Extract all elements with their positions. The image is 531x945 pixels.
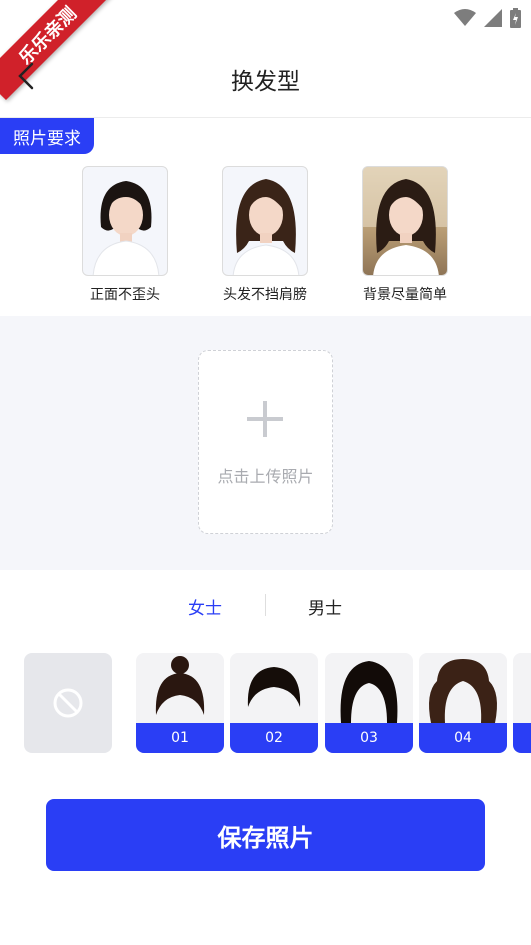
- upload-area: 点击上传照片: [0, 316, 531, 570]
- hairstyle-number: 01: [136, 723, 224, 753]
- prohibited-icon: [53, 688, 83, 718]
- battery-icon: [510, 8, 521, 28]
- sample-label: 正面不歪头: [90, 287, 160, 303]
- hairstyle-number-partial: [513, 723, 531, 753]
- hairstyle-short-image: [247, 667, 301, 707]
- hairstyle-bob-image: [340, 661, 398, 723]
- signal-icon: [484, 9, 502, 27]
- tab-female[interactable]: 女士: [188, 594, 222, 619]
- hairstyle-number: 03: [325, 723, 413, 753]
- upload-label: 点击上传照片: [217, 467, 314, 486]
- page-title: 换发型: [231, 69, 300, 95]
- plus-icon: [247, 401, 283, 437]
- hairstyle-number: 02: [230, 723, 318, 753]
- hairstyle-card-partial[interactable]: [513, 653, 531, 753]
- tab-male[interactable]: 男士: [308, 594, 342, 619]
- wifi-icon: [454, 9, 476, 26]
- sample-photo: [222, 166, 308, 276]
- sample-simple-background: 背景尽量简单: [345, 166, 465, 304]
- hairstyle-bun-image: [155, 656, 205, 715]
- upload-photo-button[interactable]: 点击上传照片: [198, 350, 333, 534]
- status-icons: [454, 8, 521, 28]
- hairstyle-number: 04: [419, 723, 507, 753]
- sample-front-facing: 正面不歪头: [65, 166, 185, 304]
- sample-photo: [82, 166, 168, 276]
- no-hairstyle-button[interactable]: [24, 653, 112, 753]
- gender-tabs: 女士 男士: [0, 586, 531, 626]
- sample-label: 头发不挡肩膀: [223, 287, 307, 303]
- tab-divider: [265, 594, 266, 616]
- hairstyle-list: 01 02 03 04: [0, 653, 531, 753]
- hairstyle-wavy-image: [429, 659, 497, 723]
- nav-bar: 换发型: [0, 36, 531, 118]
- hairstyle-card[interactable]: 02: [230, 653, 318, 753]
- hairstyle-card[interactable]: 01: [136, 653, 224, 753]
- requirement-samples: 正面不歪头 头发不挡肩膀 背景尽量简单: [0, 166, 531, 316]
- hairstyle-card[interactable]: 03: [325, 653, 413, 753]
- sample-label: 背景尽量简单: [363, 287, 447, 303]
- save-photo-button[interactable]: 保存照片: [46, 799, 485, 871]
- sample-photo: [362, 166, 448, 276]
- photo-requirements-tag: 照片要求: [0, 118, 94, 154]
- sample-hair-shoulders: 头发不挡肩膀: [205, 166, 325, 304]
- hairstyle-card[interactable]: 04: [419, 653, 507, 753]
